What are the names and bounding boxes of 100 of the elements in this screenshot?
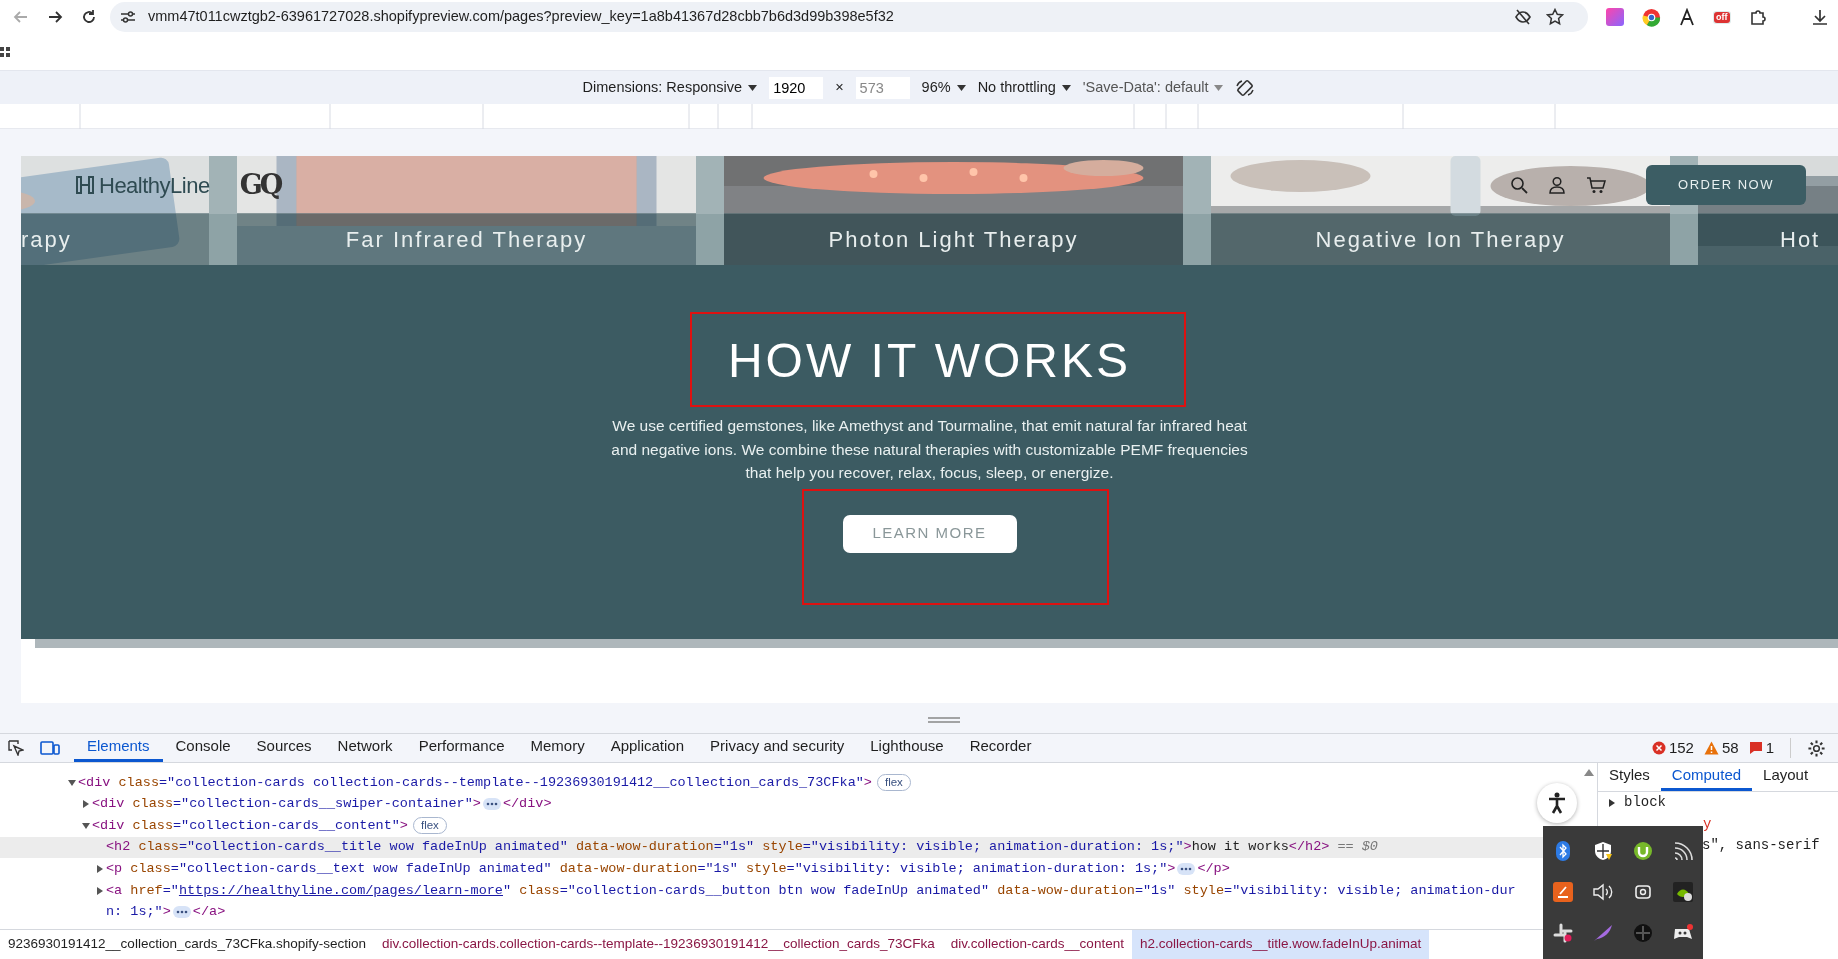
- height-field[interactable]: 573: [855, 76, 910, 99]
- caret-icon: [956, 84, 966, 91]
- device-toggle-icon[interactable]: [40, 740, 60, 756]
- horseshoe-app-icon[interactable]: [1633, 840, 1653, 861]
- code-text: <p class="collection-cards__text wow fadeInUp animated" data-wow-duration="1s" style="visibility: visible; animation-duration: 1s;">: [106, 860, 1176, 879]
- tree-row[interactable]: <p class="collection-cards__text wow fadeInUp animated" data-wow-duration="1s" style="visibility: visible; animation-duration: 1s;"> </p>: [0, 858, 1597, 880]
- tree-row[interactable]: <a href="https://healthyline.com/pages/learn-more" class="collection-cards__button btn wow fadeInUp animated" data-wow-duration="1s" style="visibility: visible; animation-dur: [0, 879, 1597, 902]
- ellipsis-button[interactable]: [482, 798, 501, 811]
- url-text: vmm47t011cwztgb2-63961727028.shopifypreview.com/pages?preview_key=1a8b41367d28cbb7b6d3d99b398e5f32: [148, 7, 894, 27]
- tab[interactable]: Computed: [1660, 763, 1753, 791]
- breadcrumb[interactable]: div.collection-cards__content: [942, 930, 1132, 959]
- zoom-dropdown[interactable]: 96%: [921, 76, 966, 99]
- disclosure-triangle-icon[interactable]: [82, 800, 90, 809]
- slide-label: Negative Ion Therapy: [1315, 225, 1566, 254]
- color-wheel-icon[interactable]: [1642, 7, 1661, 27]
- signal-icon[interactable]: [1673, 841, 1693, 860]
- tab[interactable]: Application: [597, 734, 698, 762]
- issue-icon[interactable]: [1748, 741, 1763, 755]
- apps-grid-icon[interactable]: [0, 46, 10, 58]
- shield-icon[interactable]: [1593, 840, 1613, 861]
- ellipsis-button[interactable]: [172, 906, 191, 919]
- slide-label: Hot: [1780, 225, 1821, 254]
- ellipsis-button[interactable]: [1177, 863, 1196, 876]
- tree-row[interactable]: <div class="collection-cards collection-cards--template--19236930191412__collection_cards_73CFka"> flex: [0, 772, 1597, 794]
- puzzle-icon[interactable]: [1748, 8, 1767, 26]
- code-text: <div class="collection-cards__content">: [92, 816, 408, 835]
- disclosure-triangle-icon[interactable]: [96, 865, 104, 874]
- section-title: HOW IT WORKS: [727, 333, 1132, 389]
- pinwheel-icon[interactable]: [1553, 922, 1573, 943]
- code-text: </div>: [502, 795, 552, 814]
- person-icon: [1547, 792, 1567, 814]
- speaker-icon[interactable]: [1592, 882, 1614, 901]
- pencil-app-icon[interactable]: [1553, 881, 1573, 902]
- warning-icon[interactable]: [1703, 741, 1719, 755]
- save-data-dropdown[interactable]: 'Save-Data': default: [1082, 76, 1224, 99]
- bookmark-star-icon[interactable]: [1546, 8, 1564, 26]
- tab[interactable]: Performance: [405, 734, 518, 762]
- warning-count[interactable]: 58: [1721, 736, 1739, 760]
- reload-icon[interactable]: [81, 9, 97, 25]
- scroll-up-icon[interactable]: [1584, 769, 1594, 776]
- resize-handle-icon[interactable]: [928, 717, 960, 723]
- width-field[interactable]: 1920: [769, 76, 824, 99]
- settings-icon[interactable]: [1807, 738, 1826, 758]
- extension-icon[interactable]: off: [1713, 10, 1731, 24]
- slide-label: rapy: [21, 225, 72, 254]
- tab[interactable]: Network: [324, 734, 406, 762]
- logo-icon: [75, 176, 95, 194]
- rotate-icon[interactable]: [1235, 77, 1256, 98]
- dimensions-dropdown[interactable]: Dimensions: Responsive: [582, 76, 758, 99]
- tab[interactable]: Elements: [74, 734, 163, 762]
- section-text: We use certified gemstones, like Amethyst and Tourmaline, that emit natural far infrared heat and negative ions. We combine these natural therapies with customizable PEMF frequencies that help you recover, relax, focus, sleep, or energize.: [610, 416, 1249, 484]
- slide-label: Far Infrared Therapy: [345, 225, 588, 254]
- tree-row[interactable]: <div class="collection-cards__content"> flex: [0, 815, 1597, 837]
- ellipsis-icon: [485, 802, 498, 807]
- address-bar[interactable]: vmm47t011cwztgb2-63961727028.shopifypreview.com/pages?preview_key=1a8b41367d28cbb7b6d3d99b398e5f32: [110, 2, 1588, 32]
- bluetooth-icon[interactable]: [1556, 840, 1570, 861]
- download-icon[interactable]: [1810, 8, 1829, 26]
- breadcrumb[interactable]: div.collection-cards.collection-cards--template--19236930191412__collection_cards_73CFka: [374, 930, 943, 959]
- tab[interactable]: Layout: [1752, 763, 1820, 791]
- issue-count[interactable]: 1: [1765, 736, 1774, 760]
- code-text: <h2 class="collection-cards__title wow fadeInUp animated" data-wow-duration="1s" style="visibility: visible; animation-duration: 1s;">how it works</h2> == $0: [106, 838, 1378, 857]
- user-icon[interactable]: [1548, 176, 1566, 194]
- disclosure-triangle-icon[interactable]: [1608, 798, 1616, 807]
- pen-icon[interactable]: [1679, 8, 1695, 26]
- disclosure-triangle-icon[interactable]: [96, 886, 104, 895]
- disclosure-triangle-icon[interactable]: [82, 822, 90, 830]
- ellipsis-icon: [1180, 867, 1193, 872]
- site-settings-icon[interactable]: [120, 10, 136, 24]
- property-value: s", sans-serif: [1702, 836, 1820, 856]
- disclosure-triangle-icon[interactable]: [68, 778, 76, 787]
- breadcrumb[interactable]: h2.collection-cards__title.wow.fadeInUp.animat: [1131, 930, 1430, 959]
- forward-icon[interactable]: [47, 9, 63, 25]
- throttling-dropdown[interactable]: No throttling: [977, 76, 1071, 99]
- dark-circle-icon[interactable]: [1633, 922, 1653, 943]
- search-icon[interactable]: [1510, 176, 1528, 194]
- eye-slash-icon[interactable]: [1514, 8, 1532, 26]
- cart-icon[interactable]: [1586, 176, 1606, 194]
- press-logo: GQ: [239, 167, 281, 202]
- breadcrumb[interactable]: 9236930191412__collection_cards_73CFka.shopify-section: [0, 930, 374, 959]
- code-link[interactable]: https://healthyline.com/pages/learn-more: [178, 882, 503, 898]
- tab[interactable]: Console: [162, 734, 244, 762]
- code-text: <div class="collection-cards__swiper-container">: [92, 795, 481, 814]
- tab[interactable]: Recorder: [956, 734, 1045, 762]
- caret-icon: [1214, 84, 1224, 91]
- tab[interactable]: Privacy and security: [697, 734, 858, 762]
- tab[interactable]: Memory: [517, 734, 598, 762]
- error-count[interactable]: 152: [1668, 736, 1694, 760]
- error-icon[interactable]: [1651, 741, 1666, 755]
- order-now-button[interactable]: ORDER NOW: [1646, 165, 1806, 205]
- eye-app-icon[interactable]: [1673, 881, 1693, 902]
- code-text: <div class="collection-cards collection-cards--template--19236930191412__collection_cards_73CFka">: [78, 773, 872, 792]
- logo[interactable]: HealthyLine: [99, 168, 210, 202]
- tree-row[interactable]: <div class="collection-cards__swiper-container"> </div>: [0, 793, 1597, 816]
- accessibility-button[interactable]: [1537, 783, 1577, 823]
- tab[interactable]: Sources: [243, 734, 325, 762]
- code-text: </a>: [192, 903, 226, 922]
- inspect-icon[interactable]: [8, 740, 24, 756]
- tab[interactable]: Styles: [1598, 763, 1661, 791]
- code-text: </p>: [1197, 860, 1230, 879]
- tab[interactable]: Lighthouse: [857, 734, 957, 762]
